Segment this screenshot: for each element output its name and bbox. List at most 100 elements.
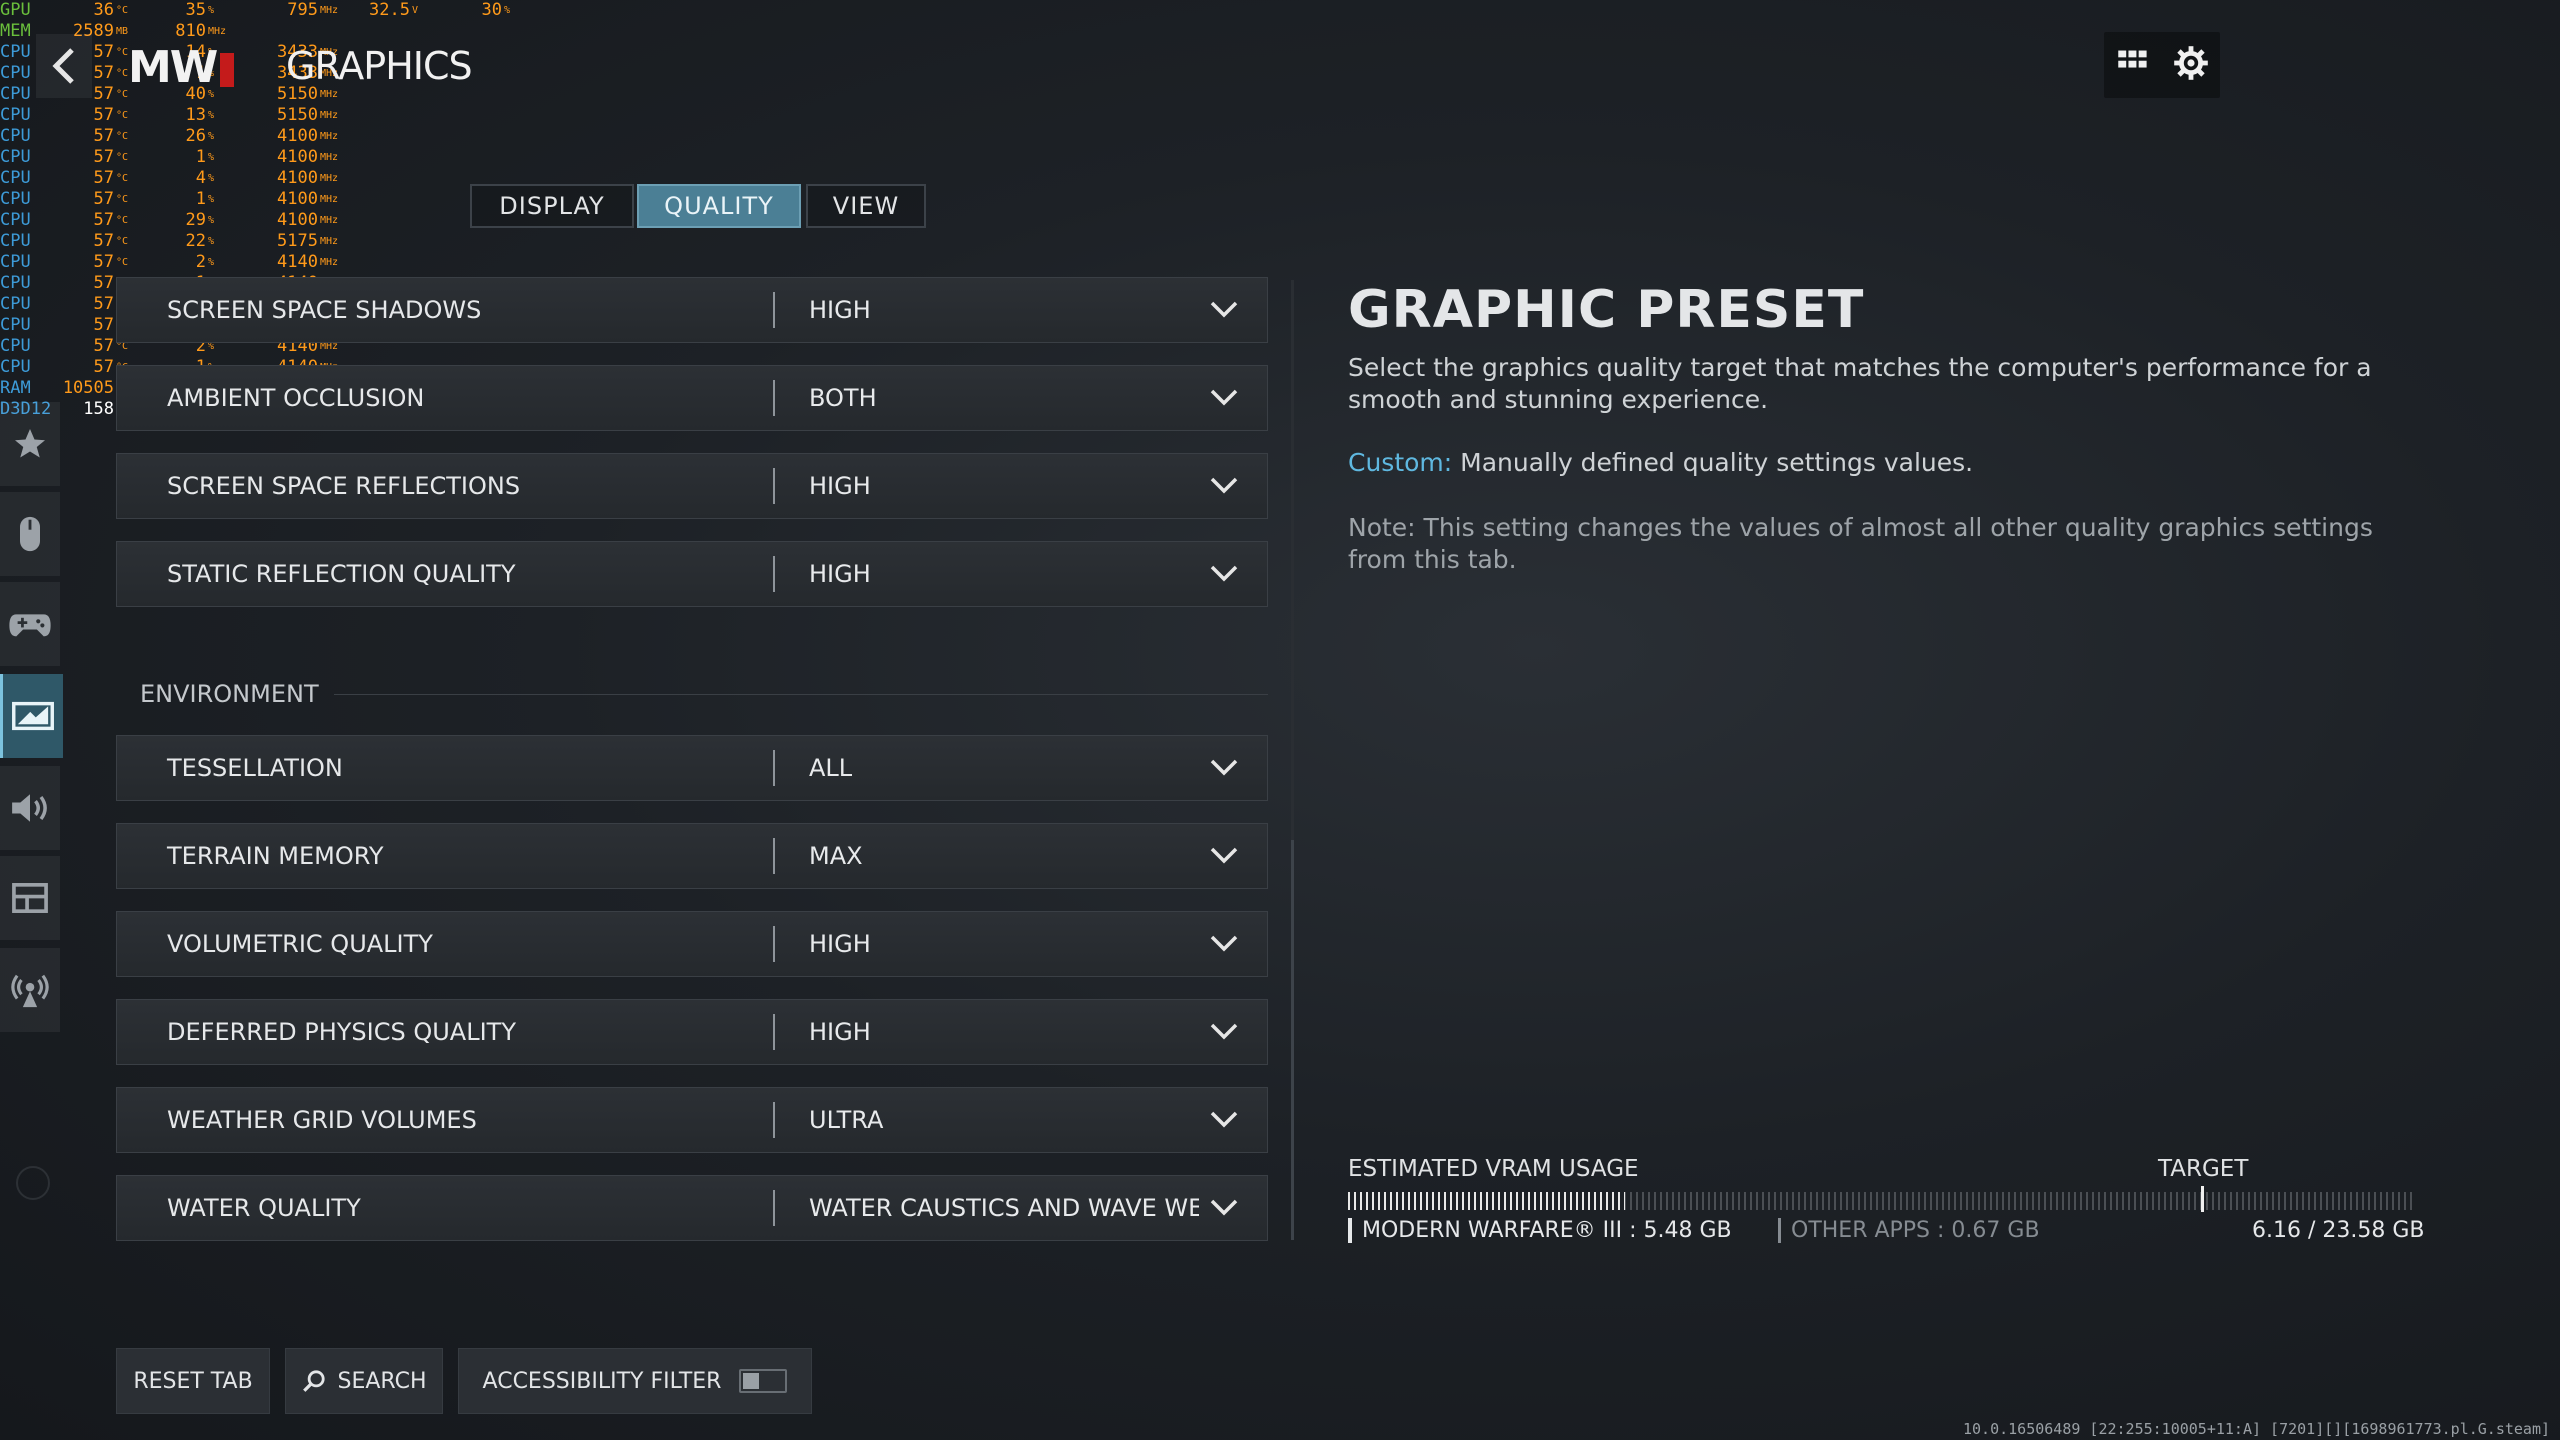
tab-view[interactable]: VIEW [806,184,926,228]
rail-graphics[interactable] [0,674,63,758]
osd-row: GPU 36 °C 35% 795 MHz 32.5 V 30% [0,0,544,21]
osd-c: 4100 [277,168,318,188]
setting-value: HIGH [809,560,871,588]
rail-controller[interactable] [0,582,60,666]
settings-button[interactable] [2173,45,2209,85]
setting-row-ambient-occlusion[interactable]: AMBIENT OCCLUSION BOTH [116,365,1268,431]
gear-icon [2173,46,2208,80]
setting-row-screen-space-shadows[interactable]: SCREEN SPACE SHADOWS HIGH [116,277,1268,343]
accessibility-filter-button[interactable]: ACCESSIBILITY FILTER [458,1348,812,1414]
setting-value: MAX [809,842,863,870]
setting-value: ULTRA [809,1106,884,1134]
accessibility-toggle[interactable] [739,1369,788,1393]
setting-value: WATER CAUSTICS AND WAVE WETNESS [809,1194,1199,1222]
osd-b: 22 [185,231,206,251]
osd-a: 57 [93,336,114,356]
controller-icon [9,614,51,637]
osd-unit: °C [116,257,129,268]
osd-unit: % [208,257,215,268]
osd-b: 13 [185,105,206,125]
osd-unit: °C [116,215,129,226]
speaker-icon [12,794,47,822]
osd-l: CPU [0,189,31,209]
setting-row-tessellation[interactable]: TESSELLATION ALL [116,735,1268,801]
vram-other-apps: OTHER APPS : 0.67 GB [1778,1218,2040,1243]
osd-l: CPU [0,294,31,314]
osd-a: 57 [93,252,114,272]
info-description: Select the graphics quality target that … [1348,353,2372,414]
osd-a: 36 [93,0,114,20]
osd-unit: MHz [320,5,339,16]
grid-icon [2117,50,2147,68]
osd-a: 57 [93,147,114,167]
tab-quality[interactable]: QUALITY [637,184,801,228]
setting-row-water-quality[interactable]: WATER QUALITY WATER CAUSTICS AND WAVE WE… [116,1175,1268,1241]
osd-c: 5175 [277,231,318,251]
osd-l: RAM [0,378,31,398]
osd-a: 57 [93,126,114,146]
osd-a: 57 [93,273,114,293]
osd-l: CPU [0,210,31,230]
chevron-down-icon [1210,759,1238,776]
osd-b: 2 [195,252,206,272]
setting-row-weather-grid-volumes[interactable]: WEATHER GRID VOLUMES ULTRA [116,1087,1268,1153]
rail-interface[interactable] [0,856,60,940]
row-separator [773,468,775,504]
vram-game-usage: MODERN WARFARE® III : 5.48 GB [1348,1218,1732,1243]
setting-label: DEFERRED PHYSICS QUALITY [167,1018,516,1046]
osd-row: CPU 57 °C 13% 5150 MHz [0,105,544,126]
reset-tab-button[interactable]: RESET TAB [116,1348,270,1414]
setting-row-terrain-memory[interactable]: TERRAIN MEMORY MAX [116,823,1268,889]
osd-a: 57 [93,315,114,335]
accessibility-label: ACCESSIBILITY FILTER [482,1368,722,1394]
scrollbar-thumb[interactable] [1291,840,1294,1240]
tab-display[interactable]: DISPLAY [470,184,634,228]
row-separator [773,556,775,592]
osd-e: 30 [481,0,502,20]
rail-audio[interactable] [0,766,60,850]
setting-value: HIGH [809,472,871,500]
osd-unit: % [208,215,215,226]
vram-used-fill [1348,1192,1626,1210]
osd-b: 29 [185,210,206,230]
search-button[interactable]: SEARCH [285,1348,443,1414]
osd-unit: MHz [320,131,339,142]
setting-row-static-reflection-quality[interactable]: STATIC REFLECTION QUALITY HIGH [116,541,1268,607]
rail-mouse[interactable] [0,492,60,576]
logo-accent [220,53,235,87]
back-button[interactable] [36,34,92,98]
setting-label: AMBIENT OCCLUSION [167,384,425,412]
osd-b: 810 [175,21,206,41]
custom-keyword: Custom: [1348,448,1453,477]
osd-unit: MHz [320,257,339,268]
osd-unit: MHz [320,152,339,163]
chevron-down-icon [1210,1023,1238,1040]
chevron-down-icon [1210,1111,1238,1128]
osd-unit: °C [116,131,129,142]
rail-favorites[interactable] [0,402,60,486]
rail-network[interactable] [0,948,60,1032]
setting-label: WATER QUALITY [167,1194,361,1222]
info-title: GRAPHIC PRESET [1348,280,1865,340]
setting-label: STATIC REFLECTION QUALITY [167,560,516,588]
osd-a: 57 [93,210,114,230]
osd-l: CPU [0,357,31,377]
mouse-icon [20,516,40,552]
setting-row-volumetric-quality[interactable]: VOLUMETRIC QUALITY HIGH [116,911,1268,977]
osd-row: CPU 57 °C 1% 4100 MHz [0,189,544,210]
top-right-controls [2104,32,2220,98]
osd-unit: % [208,152,215,163]
setting-row-screen-space-reflections[interactable]: SCREEN SPACE REFLECTIONS HIGH [116,453,1268,519]
osd-a: 57 [93,231,114,251]
row-separator [773,838,775,874]
chevron-down-icon [1210,1199,1238,1216]
osd-unit: °C [116,194,129,205]
row-separator [773,1014,775,1050]
setting-row-deferred-physics-quality[interactable]: DEFERRED PHYSICS QUALITY HIGH [116,999,1268,1065]
interface-icon [12,883,48,913]
grid-menu-button[interactable] [2116,46,2150,84]
osd-b: 26 [185,126,206,146]
row-separator [773,1102,775,1138]
osd-l: CPU [0,252,31,272]
chevron-left-icon [52,48,74,84]
